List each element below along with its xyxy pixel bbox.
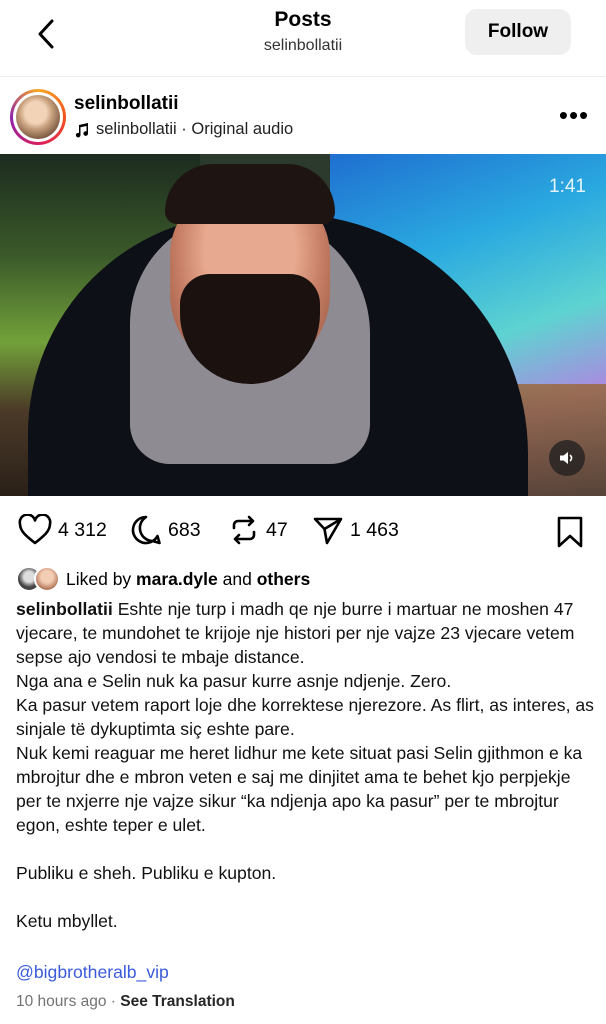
liker-avatar: [34, 566, 60, 592]
more-options-icon[interactable]: •••: [556, 102, 592, 128]
audio-link[interactable]: selinbollatii · Original audio: [74, 120, 293, 139]
mention-link[interactable]: @bigbrotheralb_vip: [16, 962, 169, 983]
action-bar: 4 312 683 47 1 463: [0, 506, 606, 554]
liked-by-row[interactable]: Liked by mara.dyle and others: [16, 566, 310, 592]
repost-count: 47: [266, 518, 288, 541]
post-caption: selinbollatii Eshte nje turp i madh qe n…: [16, 597, 596, 933]
share-button[interactable]: 1 463: [312, 514, 399, 546]
caption-line: Publiku e sheh. Publiku e kupton.: [16, 863, 277, 883]
liker-username[interactable]: mara.dyle: [136, 569, 218, 589]
avatar[interactable]: [10, 89, 66, 145]
share-count: 1 463: [350, 518, 399, 541]
post-video[interactable]: 1:41: [0, 154, 606, 496]
music-note-icon: [75, 122, 89, 137]
others-link[interactable]: others: [257, 569, 310, 589]
bookmark-icon[interactable]: [556, 516, 584, 553]
repost-icon: [232, 515, 256, 545]
caption-line: Ka pasur vetem raport loje dhe korrektes…: [16, 695, 594, 739]
like-button[interactable]: 4 312: [18, 514, 107, 546]
speaker-icon: [560, 452, 573, 464]
caption-line: Nga ana e Selin nuk ka pasur kurre asnje…: [16, 671, 452, 691]
like-count: 4 312: [58, 518, 107, 541]
caption-author[interactable]: selinbollatii: [16, 599, 113, 619]
comment-button[interactable]: 683: [130, 514, 201, 546]
heart-icon: [18, 514, 52, 545]
comment-count: 683: [168, 518, 201, 541]
caption-line: Ketu mbyllet.: [16, 911, 118, 931]
sound-toggle-button[interactable]: [549, 440, 585, 476]
paper-plane-icon: [313, 517, 343, 545]
post-meta: 10 hours ago · See Translation: [16, 993, 235, 1010]
post-header: selinbollatii selinbollatii · Original a…: [0, 83, 606, 153]
top-bar: Posts selinbollatii Follow: [0, 0, 606, 77]
caption-line: Nuk kemi reaguar me heret lidhur me kete…: [16, 743, 583, 835]
audio-label: selinbollatii · Original audio: [96, 120, 294, 138]
post-time: 10 hours ago: [16, 993, 107, 1010]
follow-button[interactable]: Follow: [465, 9, 571, 55]
post-username[interactable]: selinbollatii: [74, 93, 179, 115]
see-translation-link[interactable]: See Translation: [120, 993, 235, 1010]
video-timecode: 1:41: [549, 176, 586, 197]
repost-button[interactable]: 47: [228, 514, 288, 546]
comment-icon: [131, 515, 161, 545]
